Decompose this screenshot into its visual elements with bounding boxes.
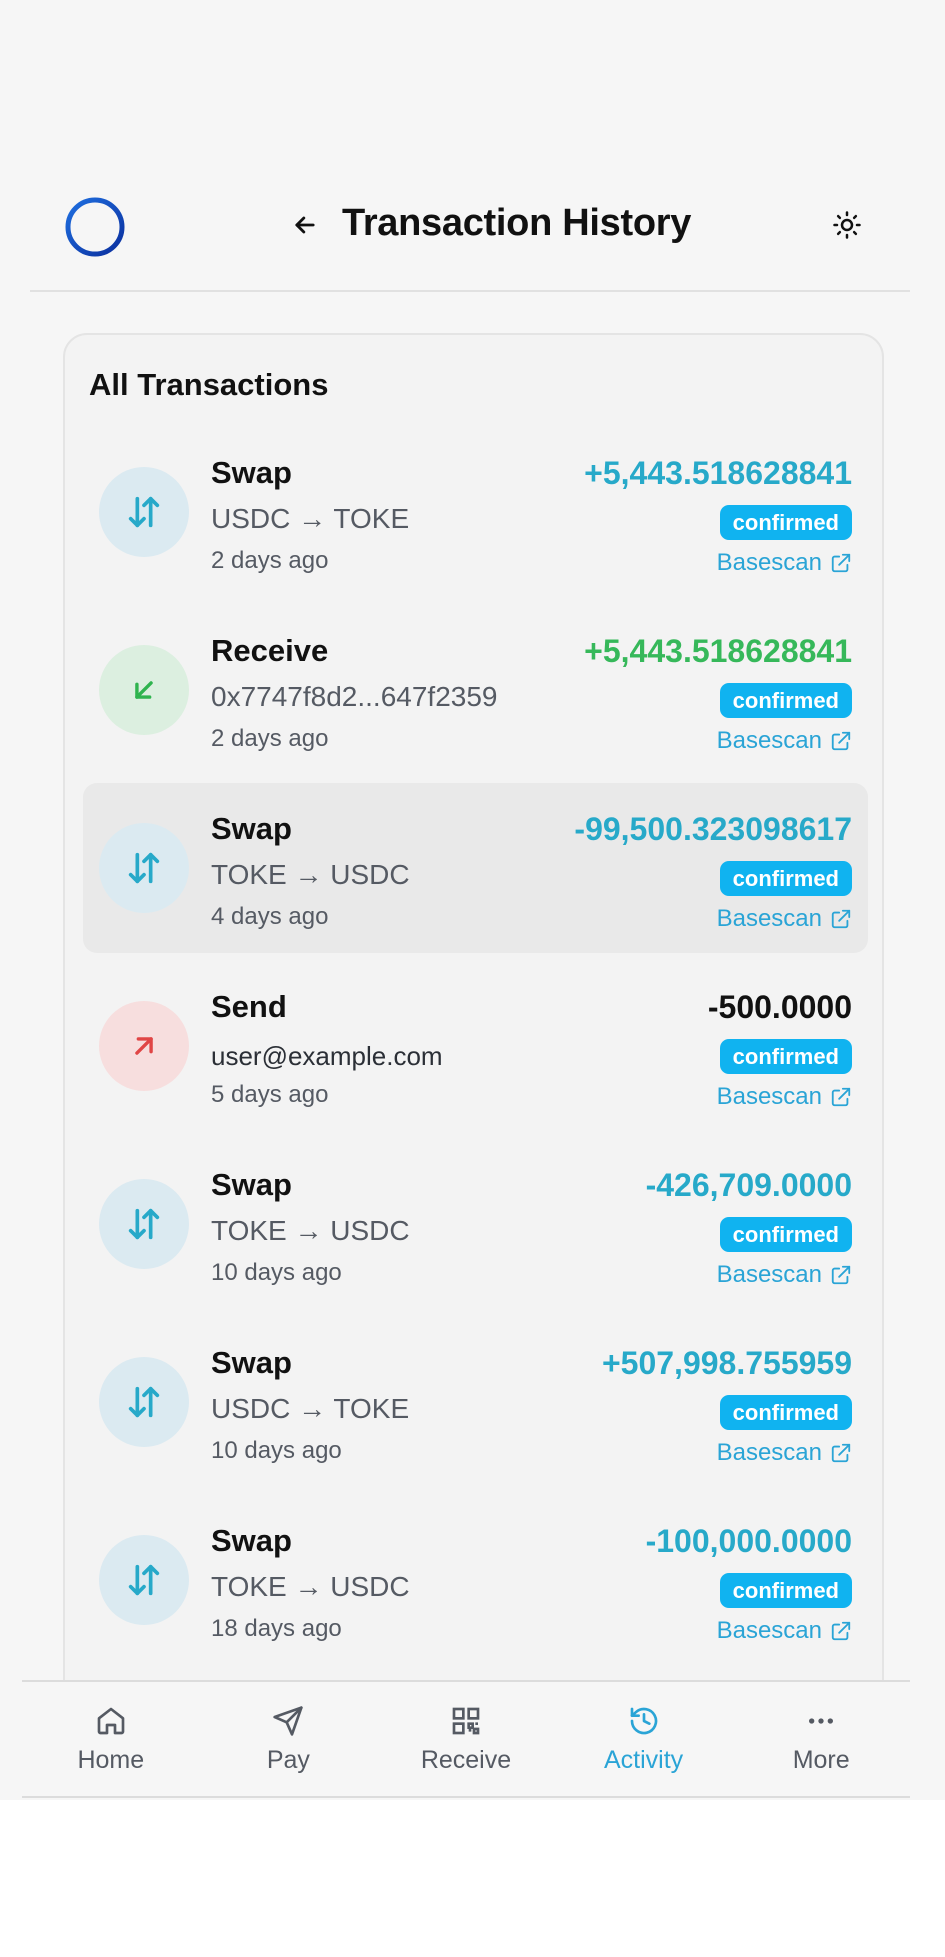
basescan-link[interactable]: Basescan — [717, 549, 852, 577]
basescan-link[interactable]: Basescan — [717, 1617, 852, 1645]
link-label: Basescan — [716, 1083, 822, 1110]
home-icon — [94, 1704, 128, 1738]
transaction-detail: USDC → TOKE — [211, 1393, 410, 1424]
app-screen: Transaction History All Transactions Swa… — [0, 0, 945, 1957]
transaction-list: Swap USDC → TOKE 2 days ago +5,443.51862… — [83, 427, 868, 1673]
list-item[interactable]: Send user@example.com 5 days ago -500.00… — [83, 961, 868, 1131]
qr-code-icon — [449, 1704, 483, 1738]
status-badge: confirmed — [719, 1395, 852, 1430]
external-link-icon — [831, 1621, 851, 1641]
transaction-detail: USDC → TOKE — [211, 503, 410, 534]
transaction-time: 18 days ago — [211, 1615, 342, 1642]
nav-label: Activity — [603, 1745, 684, 1774]
swap-arrows-icon — [99, 1179, 189, 1269]
arrow-down-left-icon — [99, 645, 189, 735]
swap-arrows-icon — [99, 467, 189, 557]
external-link-icon — [831, 909, 851, 929]
external-link-icon — [831, 1265, 851, 1285]
nav-item-activity[interactable]: Activity — [569, 1689, 719, 1789]
link-label: Basescan — [716, 905, 822, 932]
external-link-icon — [831, 1087, 851, 1107]
nav-item-receive[interactable]: Receive — [391, 1689, 541, 1789]
basescan-link[interactable]: Basescan — [717, 1083, 852, 1111]
back-button[interactable] — [280, 200, 330, 250]
nav-item-more[interactable]: More — [746, 1689, 896, 1789]
external-link-icon — [831, 553, 851, 573]
send-plane-icon — [271, 1704, 305, 1738]
transactions-card: All Transactions Swap USDC → TOKE 2 days… — [63, 333, 884, 1733]
token-logo-icon[interactable] — [64, 196, 126, 258]
link-label: Basescan — [716, 1617, 822, 1644]
transaction-time: 2 days ago — [211, 547, 329, 574]
external-link-icon — [831, 1443, 851, 1463]
transaction-time: 5 days ago — [211, 1081, 329, 1108]
status-badge: confirmed — [719, 861, 852, 896]
nav-item-home[interactable]: Home — [36, 1689, 186, 1789]
nav-label: Pay — [266, 1745, 310, 1774]
transaction-amount: +5,443.518628841 — [584, 633, 852, 669]
transaction-amount: -500.0000 — [707, 989, 852, 1025]
link-label: Basescan — [716, 1261, 822, 1288]
list-item[interactable]: Swap TOKE → USDC 10 days ago -426,709.00… — [83, 1139, 868, 1309]
transaction-time: 4 days ago — [211, 903, 329, 930]
nav-item-pay[interactable]: Pay — [213, 1689, 363, 1789]
nav-label: More — [792, 1745, 850, 1774]
transaction-type: Swap — [211, 1167, 292, 1202]
transaction-detail: TOKE → USDC — [211, 859, 410, 890]
list-item[interactable]: Swap TOKE → USDC 4 days ago -99,500.3230… — [83, 783, 868, 953]
nav-label: Receive — [420, 1745, 512, 1774]
status-badge: confirmed — [719, 1039, 852, 1074]
transaction-detail: user@example.com — [211, 1041, 443, 1071]
basescan-link[interactable]: Basescan — [717, 905, 852, 933]
transaction-time: 10 days ago — [211, 1437, 342, 1464]
link-label: Basescan — [716, 727, 822, 754]
transaction-amount: -99,500.323098617 — [574, 811, 852, 847]
transaction-type: Swap — [211, 811, 292, 846]
transaction-time: 10 days ago — [211, 1259, 342, 1286]
transaction-amount: +507,998.755959 — [601, 1345, 852, 1381]
bottom-nav: Home Pay Receive Activity More — [22, 1680, 910, 1798]
swap-arrows-icon — [99, 1535, 189, 1625]
transaction-amount: +5,443.518628841 — [584, 455, 852, 491]
list-item[interactable]: Swap USDC → TOKE 2 days ago +5,443.51862… — [83, 427, 868, 597]
card-title: All Transactions — [89, 367, 329, 402]
transaction-amount: -426,709.0000 — [645, 1167, 852, 1203]
transaction-type: Swap — [211, 455, 292, 490]
transaction-detail: 0x7747f8d2...647f2359 — [211, 681, 498, 712]
list-item[interactable]: Swap TOKE → USDC 18 days ago -100,000.00… — [83, 1495, 868, 1665]
link-label: Basescan — [716, 1439, 822, 1466]
status-badge: confirmed — [719, 505, 852, 540]
swap-arrows-icon — [99, 1357, 189, 1447]
status-badge: confirmed — [719, 1573, 852, 1608]
transaction-type: Swap — [211, 1523, 292, 1558]
arrow-left-icon — [295, 216, 315, 234]
list-item[interactable]: Swap USDC → TOKE 10 days ago +507,998.75… — [83, 1317, 868, 1487]
transaction-amount: -100,000.0000 — [645, 1523, 852, 1559]
header: Transaction History — [30, 180, 910, 292]
external-link-icon — [831, 731, 851, 751]
transaction-detail: TOKE → USDC — [211, 1571, 410, 1602]
sun-icon — [833, 211, 861, 239]
history-icon — [627, 1704, 661, 1738]
transaction-detail: TOKE → USDC — [211, 1215, 410, 1246]
basescan-link[interactable]: Basescan — [717, 727, 852, 755]
transaction-type: Swap — [211, 1345, 292, 1380]
arrow-up-right-icon — [99, 1001, 189, 1091]
transaction-type: Send — [211, 989, 287, 1024]
page-title: Transaction History — [342, 202, 692, 244]
link-label: Basescan — [716, 549, 822, 576]
more-dots-icon — [804, 1704, 838, 1738]
status-badge: confirmed — [719, 1217, 852, 1252]
basescan-link[interactable]: Basescan — [717, 1261, 852, 1289]
transaction-type: Receive — [211, 633, 329, 668]
bottom-spacer — [0, 1800, 945, 1957]
nav-label: Home — [77, 1745, 145, 1774]
list-item[interactable]: Receive 0x7747f8d2...647f2359 2 days ago… — [83, 605, 868, 775]
theme-toggle-button[interactable] — [824, 202, 870, 248]
transaction-time: 2 days ago — [211, 725, 329, 752]
basescan-link[interactable]: Basescan — [717, 1439, 852, 1467]
status-badge: confirmed — [719, 683, 852, 718]
swap-arrows-icon — [99, 823, 189, 913]
